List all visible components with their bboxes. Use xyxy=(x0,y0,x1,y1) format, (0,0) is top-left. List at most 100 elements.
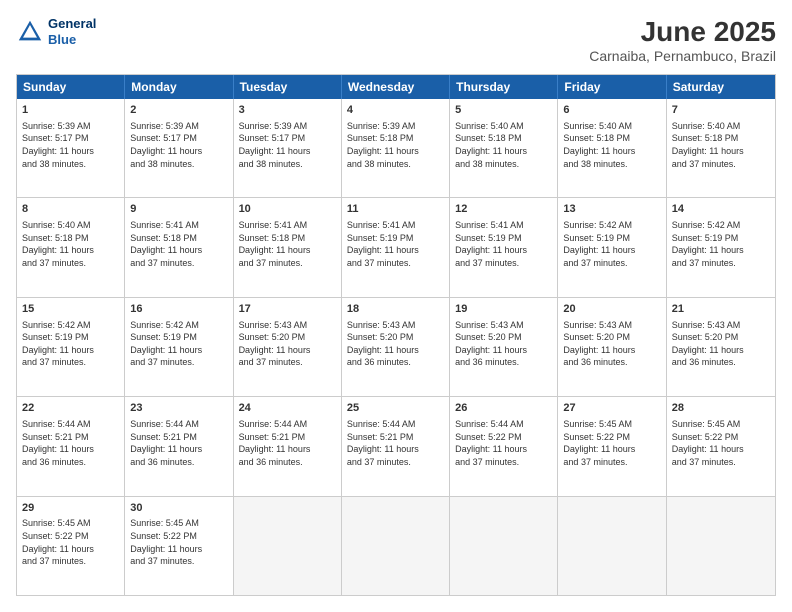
day-header-saturday: Saturday xyxy=(667,75,775,99)
cell-day-6: 6Sunrise: 5:40 AM Sunset: 5:18 PM Daylig… xyxy=(558,99,666,197)
cell-info: Sunrise: 5:45 AM Sunset: 5:22 PM Dayligh… xyxy=(672,418,770,468)
cell-info: Sunrise: 5:43 AM Sunset: 5:20 PM Dayligh… xyxy=(239,319,336,369)
cell-day-4: 4Sunrise: 5:39 AM Sunset: 5:18 PM Daylig… xyxy=(342,99,450,197)
title-section: June 2025 Carnaiba, Pernambuco, Brazil xyxy=(589,16,776,64)
cell-info: Sunrise: 5:40 AM Sunset: 5:18 PM Dayligh… xyxy=(672,120,770,170)
day-number: 27 xyxy=(563,401,660,416)
day-number: 16 xyxy=(130,302,227,317)
day-header-monday: Monday xyxy=(125,75,233,99)
day-number: 19 xyxy=(455,302,552,317)
day-number: 10 xyxy=(239,202,336,217)
cell-day-24: 24Sunrise: 5:44 AM Sunset: 5:21 PM Dayli… xyxy=(234,397,342,495)
day-number: 26 xyxy=(455,401,552,416)
cell-day-17: 17Sunrise: 5:43 AM Sunset: 5:20 PM Dayli… xyxy=(234,298,342,396)
calendar-header: SundayMondayTuesdayWednesdayThursdayFrid… xyxy=(17,75,775,99)
cell-day-8: 8 Sunrise: 5:40 AM Sunset: 5:18 PM Daylig… xyxy=(17,198,125,296)
cell-info: Sunrise: 5:42 AM Sunset: 5:19 PM Dayligh… xyxy=(563,219,660,269)
cell-empty xyxy=(234,497,342,595)
cell-day-29: 29Sunrise: 5:45 AM Sunset: 5:22 PM Dayli… xyxy=(17,497,125,595)
location: Carnaiba, Pernambuco, Brazil xyxy=(589,48,776,64)
cell-info: Sunrise: 5:43 AM Sunset: 5:20 PM Dayligh… xyxy=(347,319,444,369)
cell-info: Sunrise: 5:41 AM Sunset: 5:18 PM Dayligh… xyxy=(239,219,336,269)
cell-day-27: 27 Sunrise: 5:45 AM Sunset: 5:22 PM Dayli… xyxy=(558,397,666,495)
calendar-row-2: 15Sunrise: 5:42 AM Sunset: 5:19 PM Dayli… xyxy=(17,297,775,396)
cell-info: Sunrise: 5:44 AM Sunset: 5:21 PM Dayligh… xyxy=(239,418,336,468)
calendar-row-4: 29Sunrise: 5:45 AM Sunset: 5:22 PM Dayli… xyxy=(17,496,775,595)
cell-info: Sunrise: 5:43 AM Sunset: 5:20 PM Dayligh… xyxy=(455,319,552,369)
logo-icon xyxy=(16,18,44,46)
cell-day-22: 22 Sunrise: 5:44 AM Sunset: 5:21 PM Dayli… xyxy=(17,397,125,495)
cell-info: Sunrise: 5:42 AM Sunset: 5:19 PM Dayligh… xyxy=(22,319,119,369)
day-number: 3 xyxy=(239,103,336,118)
cell-info: Sunrise: 5:39 AM Sunset: 5:17 PM Dayligh… xyxy=(22,120,119,170)
cell-day-18: 18Sunrise: 5:43 AM Sunset: 5:20 PM Dayli… xyxy=(342,298,450,396)
logo: General Blue xyxy=(16,16,96,47)
calendar: SundayMondayTuesdayWednesdayThursdayFrid… xyxy=(16,74,776,596)
day-number: 9 xyxy=(130,202,227,217)
cell-info: Sunrise: 5:39 AM Sunset: 5:17 PM Dayligh… xyxy=(239,120,336,170)
cell-info: Sunrise: 5:44 AM Sunset: 5:21 PM Dayligh… xyxy=(130,418,227,468)
cell-day-23: 23 Sunrise: 5:44 AM Sunset: 5:21 PM Dayli… xyxy=(125,397,233,495)
cell-info: Sunrise: 5:45 AM Sunset: 5:22 PM Dayligh… xyxy=(22,517,119,567)
cell-info: Sunrise: 5:40 AM Sunset: 5:18 PM Dayligh… xyxy=(563,120,660,170)
cell-info: Sunrise: 5:42 AM Sunset: 5:19 PM Dayligh… xyxy=(672,219,770,269)
day-number: 12 xyxy=(455,202,552,217)
cell-day-7: 7 Sunrise: 5:40 AM Sunset: 5:18 PM Daylig… xyxy=(667,99,775,197)
day-number: 7 xyxy=(672,103,770,118)
cell-day-9: 9 Sunrise: 5:41 AM Sunset: 5:18 PM Daylig… xyxy=(125,198,233,296)
day-number: 25 xyxy=(347,401,444,416)
cell-empty xyxy=(667,497,775,595)
cell-empty xyxy=(342,497,450,595)
day-header-wednesday: Wednesday xyxy=(342,75,450,99)
cell-info: Sunrise: 5:44 AM Sunset: 5:21 PM Dayligh… xyxy=(347,418,444,468)
page: { "header": { "logo_line1": "General", "… xyxy=(0,0,792,612)
cell-info: Sunrise: 5:45 AM Sunset: 5:22 PM Dayligh… xyxy=(130,517,227,567)
day-number: 29 xyxy=(22,501,119,516)
day-number: 1 xyxy=(22,103,119,118)
cell-day-14: 14 Sunrise: 5:42 AM Sunset: 5:19 PM Dayli… xyxy=(667,198,775,296)
cell-info: Sunrise: 5:41 AM Sunset: 5:19 PM Dayligh… xyxy=(347,219,444,269)
cell-day-12: 12Sunrise: 5:41 AM Sunset: 5:19 PM Dayli… xyxy=(450,198,558,296)
day-number: 11 xyxy=(347,202,444,217)
cell-day-21: 21Sunrise: 5:43 AM Sunset: 5:20 PM Dayli… xyxy=(667,298,775,396)
cell-info: Sunrise: 5:41 AM Sunset: 5:18 PM Dayligh… xyxy=(130,219,227,269)
cell-info: Sunrise: 5:39 AM Sunset: 5:18 PM Dayligh… xyxy=(347,120,444,170)
day-number: 20 xyxy=(563,302,660,317)
day-number: 5 xyxy=(455,103,552,118)
calendar-row-0: 1 Sunrise: 5:39 AM Sunset: 5:17 PM Daylig… xyxy=(17,99,775,197)
day-header-tuesday: Tuesday xyxy=(234,75,342,99)
cell-info: Sunrise: 5:44 AM Sunset: 5:21 PM Dayligh… xyxy=(22,418,119,468)
logo-text: General Blue xyxy=(48,16,96,47)
cell-day-26: 26 Sunrise: 5:44 AM Sunset: 5:22 PM Dayli… xyxy=(450,397,558,495)
day-number: 22 xyxy=(22,401,119,416)
cell-info: Sunrise: 5:40 AM Sunset: 5:18 PM Dayligh… xyxy=(22,219,119,269)
cell-info: Sunrise: 5:43 AM Sunset: 5:20 PM Dayligh… xyxy=(672,319,770,369)
cell-info: Sunrise: 5:40 AM Sunset: 5:18 PM Dayligh… xyxy=(455,120,552,170)
calendar-row-3: 22 Sunrise: 5:44 AM Sunset: 5:21 PM Dayli… xyxy=(17,396,775,495)
cell-day-19: 19 Sunrise: 5:43 AM Sunset: 5:20 PM Dayli… xyxy=(450,298,558,396)
day-number: 30 xyxy=(130,501,227,516)
month-year: June 2025 xyxy=(589,16,776,48)
day-number: 28 xyxy=(672,401,770,416)
cell-info: Sunrise: 5:44 AM Sunset: 5:22 PM Dayligh… xyxy=(455,418,552,468)
calendar-row-1: 8 Sunrise: 5:40 AM Sunset: 5:18 PM Daylig… xyxy=(17,197,775,296)
cell-info: Sunrise: 5:45 AM Sunset: 5:22 PM Dayligh… xyxy=(563,418,660,468)
cell-day-20: 20 Sunrise: 5:43 AM Sunset: 5:20 PM Dayli… xyxy=(558,298,666,396)
cell-day-5: 5 Sunrise: 5:40 AM Sunset: 5:18 PM Daylig… xyxy=(450,99,558,197)
header: General Blue June 2025 Carnaiba, Pernamb… xyxy=(16,16,776,64)
cell-day-10: 10 Sunrise: 5:41 AM Sunset: 5:18 PM Dayli… xyxy=(234,198,342,296)
day-number: 14 xyxy=(672,202,770,217)
day-header-friday: Friday xyxy=(558,75,666,99)
cell-info: Sunrise: 5:43 AM Sunset: 5:20 PM Dayligh… xyxy=(563,319,660,369)
cell-day-1: 1 Sunrise: 5:39 AM Sunset: 5:17 PM Daylig… xyxy=(17,99,125,197)
day-number: 13 xyxy=(563,202,660,217)
cell-day-11: 11 Sunrise: 5:41 AM Sunset: 5:19 PM Dayli… xyxy=(342,198,450,296)
calendar-body: 1 Sunrise: 5:39 AM Sunset: 5:17 PM Daylig… xyxy=(17,99,775,595)
day-number: 2 xyxy=(130,103,227,118)
day-number: 23 xyxy=(130,401,227,416)
cell-day-30: 30Sunrise: 5:45 AM Sunset: 5:22 PM Dayli… xyxy=(125,497,233,595)
cell-empty xyxy=(558,497,666,595)
cell-empty xyxy=(450,497,558,595)
cell-day-28: 28 Sunrise: 5:45 AM Sunset: 5:22 PM Dayli… xyxy=(667,397,775,495)
day-number: 8 xyxy=(22,202,119,217)
